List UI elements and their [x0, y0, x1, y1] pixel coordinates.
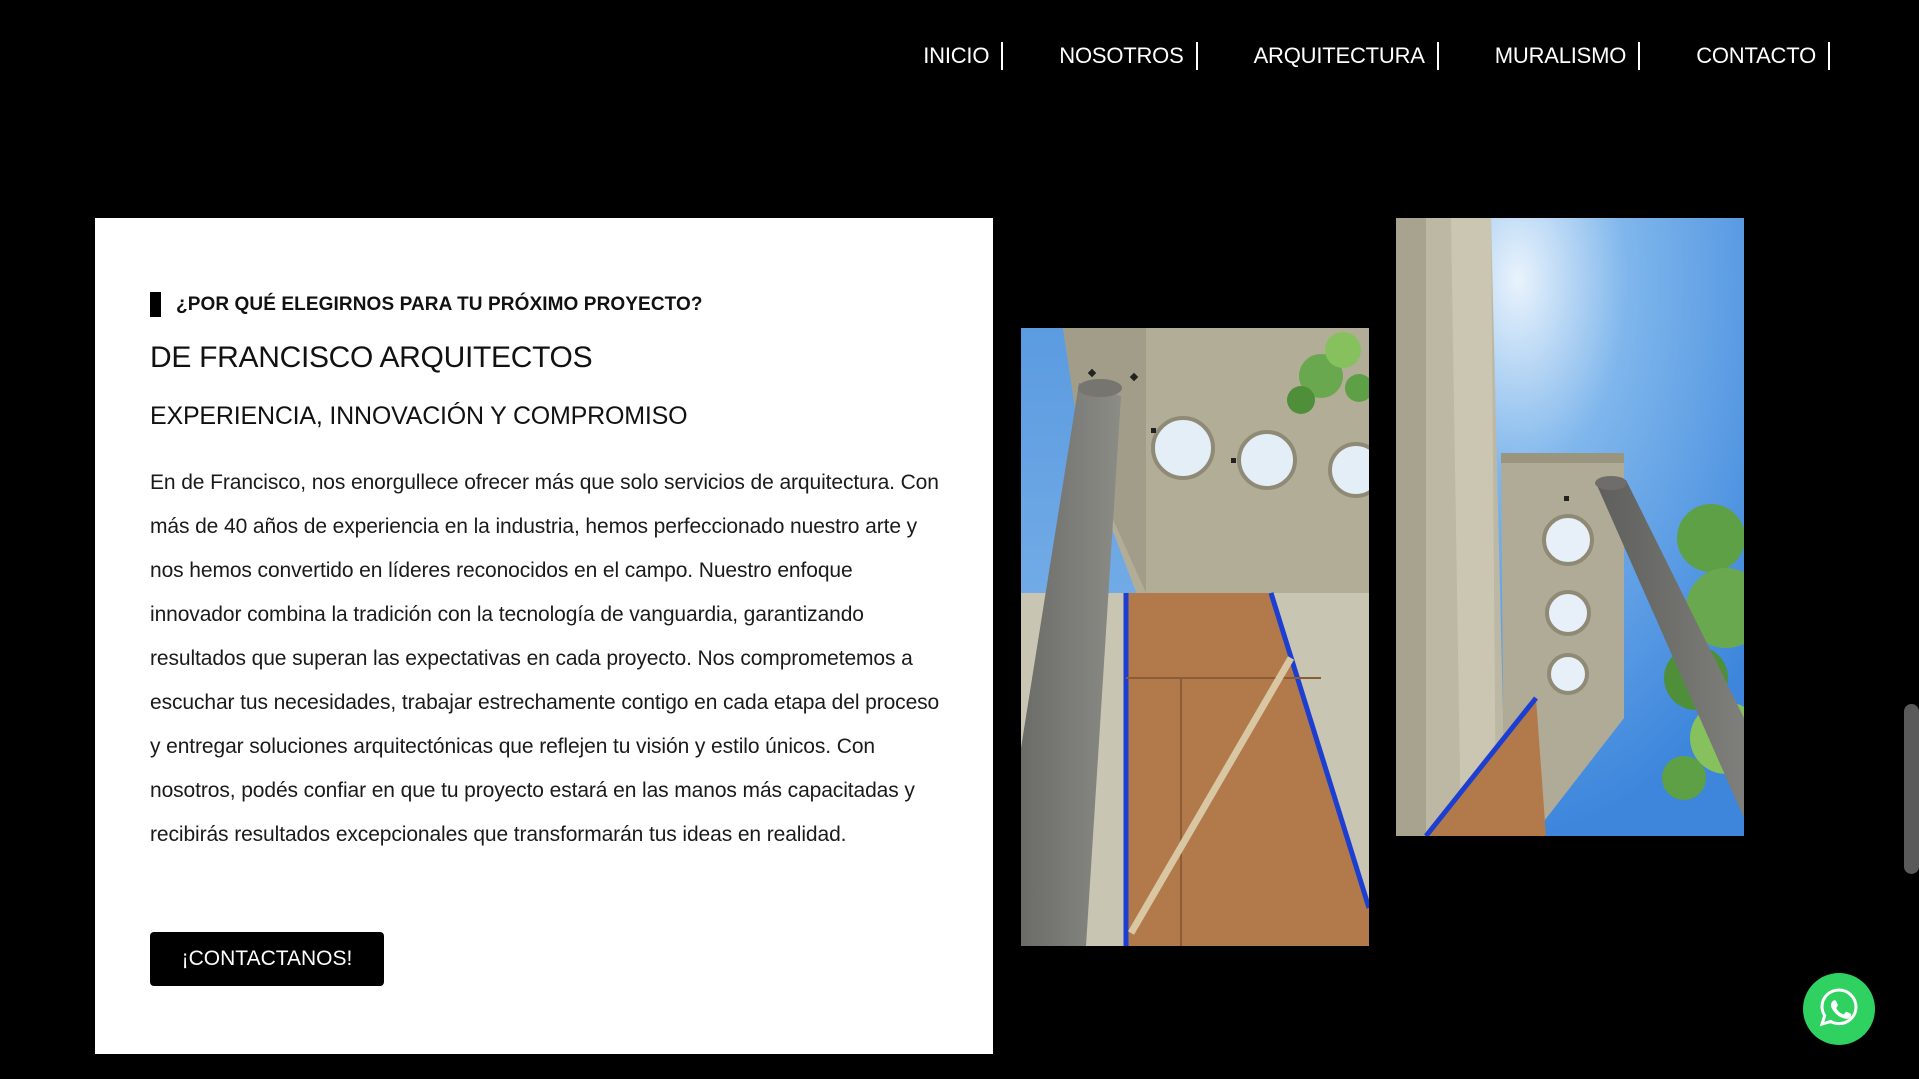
nav-item-muralismo[interactable]: MURALISMO	[1439, 40, 1641, 72]
nav-item-label: CONTACTO	[1696, 43, 1816, 68]
nav-item-arquitectura[interactable]: ARQUITECTURA	[1198, 40, 1439, 72]
nav-item-inicio[interactable]: INICIO	[923, 40, 1004, 72]
nav-item-label: ARQUITECTURA	[1253, 43, 1425, 68]
nav-item-contacto[interactable]: CONTACTO	[1640, 40, 1830, 72]
whatsapp-icon	[1817, 985, 1861, 1034]
scrollbar-thumb[interactable]	[1904, 704, 1919, 874]
nav-item-nosotros[interactable]: NOSOTROS	[1003, 40, 1198, 72]
whatsapp-button[interactable]	[1803, 973, 1875, 1045]
section-title: DE FRANCISCO ARQUITECTOS	[150, 341, 593, 374]
project-photo-facade	[1021, 328, 1369, 946]
page: INICIO NOSOTROS ARQUITECTURA MURALISMO C…	[0, 0, 1919, 1079]
main-nav: INICIO NOSOTROS ARQUITECTURA MURALISMO C…	[923, 40, 1830, 72]
section-body: En de Francisco, nos enorgullece ofrecer…	[150, 471, 940, 846]
nav-item-label: INICIO	[923, 43, 990, 68]
eyebrow: ¿POR QUÉ ELEGIRNOS PARA TU PRÓXIMO PROYE…	[150, 292, 703, 317]
contact-button[interactable]: ¡CONTACTANOS!	[150, 932, 384, 986]
project-photo-column	[1396, 218, 1744, 836]
eyebrow-text: ¿POR QUÉ ELEGIRNOS PARA TU PRÓXIMO PROYE…	[176, 293, 703, 315]
eyebrow-bar	[150, 292, 161, 317]
nav-item-label: MURALISMO	[1494, 43, 1627, 68]
section-subtitle: EXPERIENCIA, INNOVACIÓN Y COMPROMISO	[150, 402, 688, 430]
nav-item-label: NOSOTROS	[1059, 43, 1184, 68]
why-us-card: ¿POR QUÉ ELEGIRNOS PARA TU PRÓXIMO PROYE…	[95, 218, 993, 1054]
